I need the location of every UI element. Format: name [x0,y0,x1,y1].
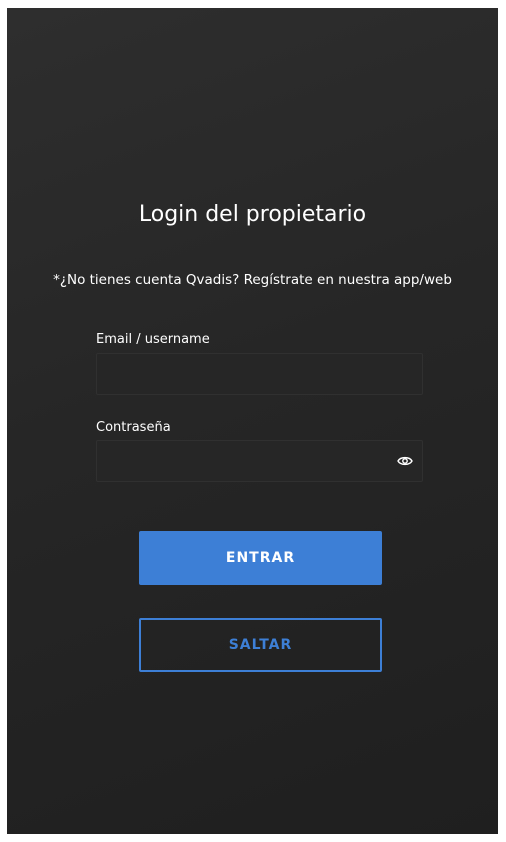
register-hint: *¿No tienes cuenta Qvadis? Regístrate en… [53,272,452,288]
skip-button-label: SALTAR [228,637,293,653]
eye-icon[interactable] [397,455,413,467]
login-screen: Login del propietario *¿No tienes cuenta… [7,8,498,834]
enter-button[interactable]: ENTRAR [139,531,382,585]
enter-button-label: ENTRAR [225,550,296,566]
page-title: Login del propietario [138,202,367,227]
password-label: Contraseña [96,420,171,435]
email-field-container [96,353,423,395]
skip-button[interactable]: SALTAR [139,618,382,672]
password-field[interactable] [97,441,422,481]
email-label: Email / username [96,332,210,347]
email-field[interactable] [97,354,422,394]
password-field-container [96,440,423,482]
